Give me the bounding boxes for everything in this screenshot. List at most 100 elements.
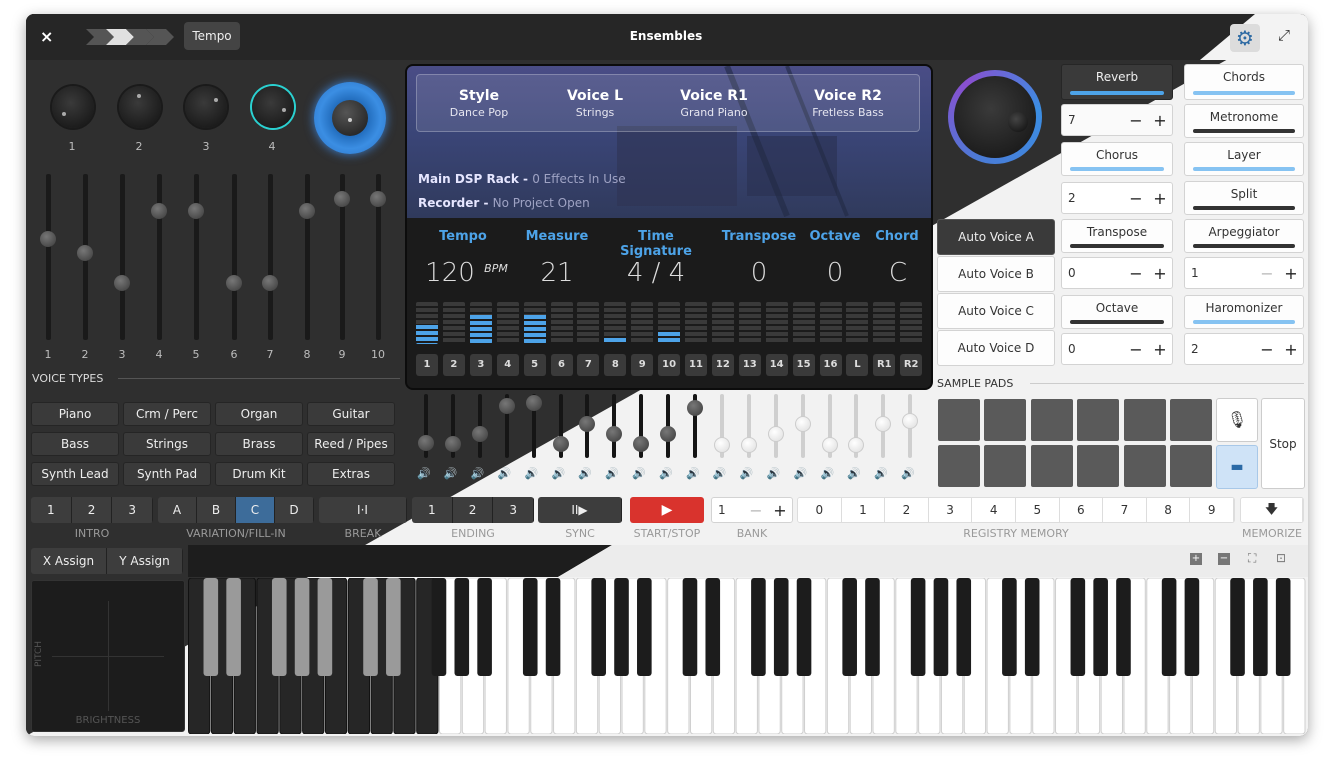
metronome-button[interactable]: Metronome [1184,104,1304,138]
mixer-19-handle[interactable] [902,412,919,429]
mixer-13-handle[interactable] [740,437,757,454]
increment-button[interactable]: + [768,501,792,520]
tempo-button[interactable]: Tempo [184,22,240,50]
speaker-icon[interactable]: 🔊 [794,467,808,480]
speaker-icon[interactable]: 🔊 [713,467,727,480]
channel-button[interactable]: 9 [631,354,654,376]
sample-pad[interactable] [1077,399,1120,441]
chords-button[interactable]: Chords [1184,64,1304,100]
sample-pad[interactable] [984,399,1027,441]
voice-type-button[interactable]: Strings [123,432,211,456]
segment-button[interactable]: 7 [1103,498,1147,522]
mixer-16-handle[interactable] [821,437,838,454]
speaker-icon[interactable]: 🔊 [605,467,619,480]
channel-button[interactable]: 16 [819,354,842,376]
decrement-button[interactable]: − [1124,111,1148,130]
black-key[interactable] [477,578,492,676]
increment-button[interactable]: + [1148,111,1172,130]
dsp-status[interactable]: Main DSP Rack - 0 Effects In Use [418,172,626,186]
tempo-value[interactable]: 120 [415,258,485,288]
harmonizer-button[interactable]: Haromonizer [1184,295,1304,329]
segment-button[interactable]: 2 [885,498,929,522]
screen-header-value[interactable]: Fretless Bass [788,106,908,119]
channel-button[interactable]: 15 [792,354,815,376]
speaker-icon[interactable]: 🔊 [901,467,915,480]
close-icon[interactable]: × [40,27,53,46]
decrement-button[interactable]: − [744,501,768,520]
channel-button[interactable]: R2 [900,354,923,376]
mixer-5-handle[interactable] [525,395,542,412]
black-key[interactable] [1275,578,1291,676]
black-key[interactable] [1093,578,1108,676]
settings-gear-icon[interactable]: ⚙ [1230,24,1260,52]
voice-type-button[interactable]: Piano [31,402,119,426]
segment-button[interactable]: 1 [412,497,453,523]
channel-button[interactable]: 13 [738,354,761,376]
knob-3[interactable] [185,86,227,128]
split-button[interactable]: Split [1184,181,1304,215]
mixer-6-handle[interactable] [552,436,569,453]
increment-button[interactable]: + [1279,264,1303,283]
speaker-icon[interactable]: 🔊 [525,467,539,480]
black-key[interactable] [842,578,857,676]
mixer-4-handle[interactable] [498,397,515,414]
black-key[interactable] [796,578,812,676]
black-key[interactable] [956,578,972,676]
black-key[interactable] [454,578,470,676]
speaker-icon[interactable]: 🔊 [471,467,485,480]
decrement-button[interactable]: − [1255,340,1279,359]
slider-1-handle[interactable] [40,231,56,247]
jog-wheel[interactable] [948,70,1042,164]
slider-4-handle[interactable] [151,202,167,219]
increment-button[interactable]: + [1279,340,1303,359]
speaker-icon[interactable]: 🔊 [444,467,458,480]
channel-button[interactable]: 3 [469,354,492,376]
segment-button[interactable]: 2 [452,497,494,523]
voice-type-button[interactable]: Crm / Perc [123,402,211,426]
chorus-spinner[interactable]: 2− + [1061,182,1173,214]
transpose-spinner[interactable]: 0− + [1061,257,1173,289]
speaker-icon[interactable]: 🔊 [686,467,700,480]
xy-pad[interactable]: PITCH BRIGHTNESS [31,580,185,732]
black-key[interactable] [522,578,538,676]
segment-button[interactable]: 0 [798,498,842,522]
segment-button[interactable]: 9 [1190,498,1234,522]
mixer-14-handle[interactable] [767,426,784,443]
octave-spinner[interactable]: 0− + [1061,333,1173,365]
black-key[interactable] [1161,578,1177,676]
piano-keyboard[interactable] [188,578,1306,734]
voice-type-button[interactable]: Brass [215,432,303,456]
mixer-12-handle[interactable] [713,437,730,454]
octave-button[interactable]: Octave [1061,295,1173,329]
black-key[interactable] [591,578,606,676]
channel-button[interactable]: 6 [550,354,573,376]
black-key[interactable] [1116,578,1131,676]
channel-button[interactable]: 14 [765,354,788,376]
voice-type-button[interactable]: Synth Pad [123,462,211,486]
mixer-15-handle[interactable] [794,415,811,432]
folder-icon[interactable]: ▬ [1216,445,1258,489]
sample-pad[interactable] [1170,399,1212,441]
channel-button[interactable]: 2 [442,354,465,376]
increment-button[interactable]: + [1148,264,1172,283]
channel-button[interactable]: 4 [496,354,519,376]
black-key[interactable] [682,578,698,676]
decrement-button[interactable]: − [1124,340,1148,359]
segment-button[interactable]: 2 [71,497,113,523]
edit-icon[interactable]: ⊡ [1276,551,1286,565]
auto-voice-button[interactable]: Auto Voice D [937,330,1055,366]
auto-voice-button[interactable]: Auto Voice C [937,293,1055,329]
increment-button[interactable]: + [1148,189,1172,208]
voice-type-button[interactable]: Bass [31,432,119,456]
speaker-icon[interactable]: 🔊 [498,467,512,480]
segment-button[interactable]: D [275,497,314,523]
channel-button[interactable]: 8 [604,354,627,376]
bank-spinner[interactable]: 1− + [711,497,793,523]
sample-pad[interactable] [938,445,980,487]
layer-button[interactable]: Layer [1184,142,1304,176]
segment-button[interactable]: 8 [1146,498,1191,522]
sample-pad[interactable] [1030,399,1073,441]
voice-type-button[interactable]: Reed / Pipes [307,432,395,456]
x-assign-button[interactable]: X Assign [31,548,107,574]
screen-header-value[interactable]: Grand Piano [654,106,774,119]
